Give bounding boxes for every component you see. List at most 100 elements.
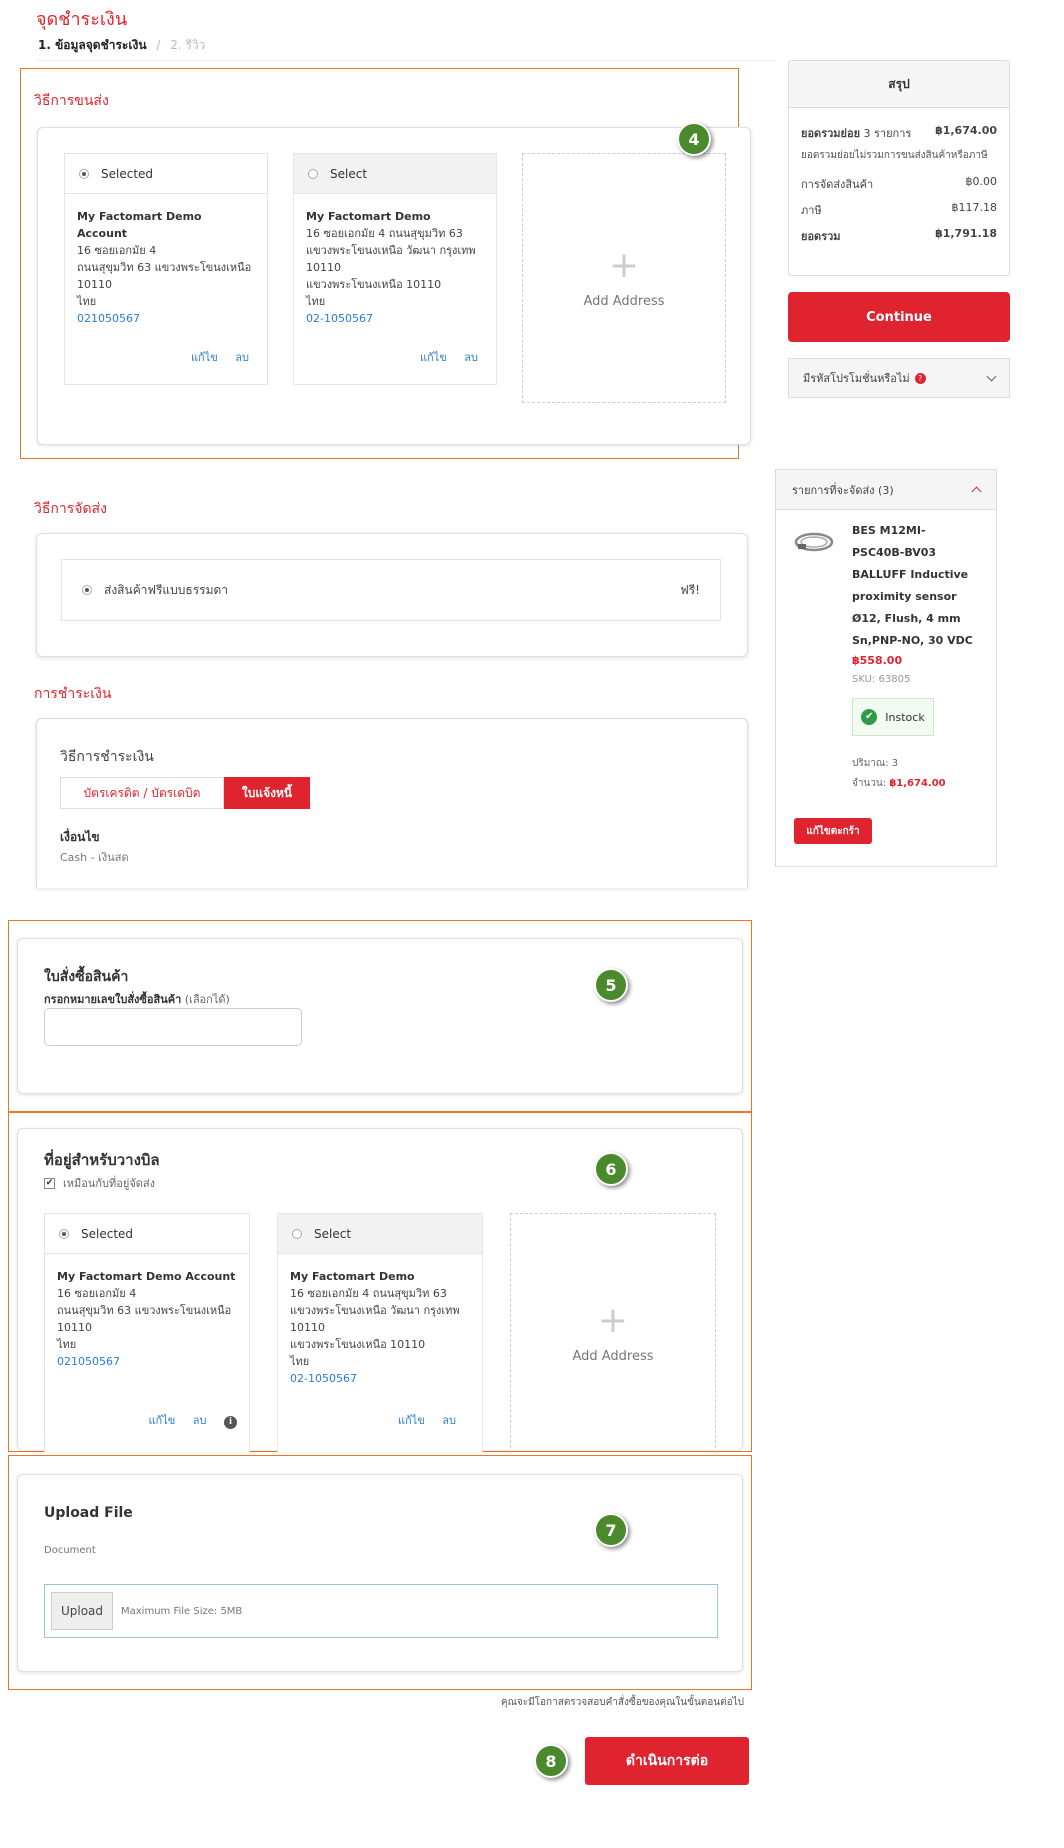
upload-button[interactable]: Upload (51, 1592, 113, 1630)
payment-subtitle: วิธีการชำระเงิน (60, 749, 154, 765)
step-badge-6: 6 (594, 1152, 628, 1186)
address-header-label: Selected (101, 166, 154, 181)
shipping-value: ฿0.00 (965, 175, 998, 188)
radio-unselected[interactable] (308, 168, 318, 179)
address-actions: แก้ไข ลบ (384, 1411, 456, 1429)
product-price: ฿558.00 (852, 654, 903, 667)
address-name: My Factomart Demo (306, 210, 431, 223)
upload-title: Upload File (44, 1505, 133, 1521)
plus-icon: + (597, 1300, 629, 1341)
summary-panel: สรุป ยอดรวมย่อย 3 รายการ ฿1,674.00 ยอดรว… (788, 60, 1010, 276)
delivery-radio[interactable] (82, 585, 92, 595)
delete-address-link[interactable]: ลบ (193, 1414, 207, 1427)
step-badge-8: 8 (534, 1744, 568, 1778)
delete-address-link[interactable]: ลบ (464, 351, 478, 364)
billing-address-2[interactable]: Select My Factomart Demo 16 ซอยเอกมัย 4 … (277, 1213, 483, 1453)
address-name: My Factomart Demo Account (77, 210, 202, 240)
radio-selected[interactable] (59, 1228, 69, 1239)
address-name: My Factomart Demo Account (57, 1270, 236, 1283)
cart-header[interactable]: รายการที่จะจัดส่ง (3) (776, 470, 996, 510)
summary-shipping: การจัดส่งสินค้า ฿0.00 (789, 175, 1009, 193)
address-header[interactable]: Select (294, 154, 496, 194)
chevron-down-icon (986, 371, 997, 381)
same-as-shipping[interactable]: ✔ เหมือนกับที่อยู่จัดส่ง (44, 1174, 155, 1192)
subtotal-label-text: ยอดรวมย่อย (801, 127, 861, 140)
sensor-cable-icon (794, 532, 834, 552)
billing-address-1[interactable]: Selected My Factomart Demo Account 16 ซอ… (44, 1213, 250, 1453)
summary-subtotal: ยอดรวมย่อย 3 รายการ ฿1,674.00 (789, 124, 1009, 142)
tax-value: ฿117.18 (951, 201, 998, 214)
product-amount: จำนวน: ฿1,674.00 (852, 776, 946, 791)
summary-title: สรุป (789, 61, 1009, 108)
chevron-up-icon (971, 486, 982, 497)
add-address-label: Add Address (572, 1349, 654, 1364)
delivery-method-title: วิธีการจัดส่ง (34, 501, 107, 517)
edit-cart-button[interactable]: แก้ไขตะกร้า (794, 818, 872, 844)
address-line: 10110 (77, 278, 112, 291)
purchase-order-optional: (เลือกได้) (184, 993, 230, 1006)
radio-unselected[interactable] (292, 1228, 302, 1239)
billing-title: ที่อยู่สำหรับวางบิล (44, 1151, 160, 1169)
address-header-label: Selected (81, 1226, 134, 1241)
address-line: ถนนสุขุมวิท 63 แขวงพระโขนงเหนือ (77, 261, 252, 274)
product-image (794, 530, 836, 558)
step-badge-5: 5 (594, 968, 628, 1002)
address-header-label: Select (314, 1226, 352, 1241)
info-icon[interactable]: i (224, 1416, 237, 1429)
address-header[interactable]: Selected (45, 1214, 249, 1254)
address-line: ไทย (306, 295, 326, 308)
address-body: My Factomart Demo 16 ซอยเอกมัย 4 ถนนสุขุ… (294, 194, 496, 341)
shipping-address-1[interactable]: Selected My Factomart Demo Account 16 ซอ… (64, 153, 268, 385)
upload-doc-label: Document (44, 1545, 96, 1556)
address-line: 16 ซอยเอกมัย 4 (57, 1287, 137, 1300)
shipping-address-2[interactable]: Select My Factomart Demo 16 ซอยเอกมัย 4 … (293, 153, 497, 385)
step-1[interactable]: 1. ข้อมูลจุดชำระเงิน (38, 38, 147, 52)
upload-hint: Maximum File Size: 5MB (121, 1605, 243, 1617)
subtotal-items: 3 รายการ (863, 127, 912, 140)
plus-icon: + (608, 244, 640, 286)
address-actions: แก้ไข ลบ (177, 348, 249, 366)
proceed-button[interactable]: ดำเนินการต่อ (585, 1737, 749, 1785)
payment-terms-label: เงื่อนไข (60, 830, 100, 844)
page-title: จุดชำระเงิน (36, 9, 128, 30)
edit-address-link[interactable]: แก้ไข (148, 1414, 175, 1427)
continue-button[interactable]: Continue (788, 292, 1010, 342)
promo-toggle[interactable]: มีรหัสโปรโมชั่นหรือไม่ ? (788, 358, 1010, 398)
delete-address-link[interactable]: ลบ (235, 351, 249, 364)
summary-tax: ภาษี ฿117.18 (789, 201, 1009, 219)
edit-address-link[interactable]: แก้ไข (398, 1414, 425, 1427)
add-shipping-address[interactable]: + Add Address (522, 153, 726, 403)
address-phone: 02-1050567 (290, 1372, 357, 1385)
tab-credit-card[interactable]: บัตรเครดิต / บัตรเดบิต (60, 777, 224, 809)
address-header[interactable]: Selected (65, 154, 267, 194)
delete-address-link[interactable]: ลบ (442, 1414, 456, 1427)
address-name: My Factomart Demo (290, 1270, 415, 1283)
check-circle-icon: ✔ (861, 709, 878, 725)
payment-title: การชำระเงิน (34, 686, 112, 702)
help-icon: ? (914, 372, 926, 384)
edit-address-link[interactable]: แก้ไข (191, 351, 218, 364)
edit-address-link[interactable]: แก้ไข (420, 351, 447, 364)
subtotal-value: ฿1,674.00 (935, 124, 997, 137)
delivery-option[interactable]: ส่งสินค้าฟรีแบบธรรมดา ฟรี! (61, 559, 721, 621)
product-name[interactable]: BES M12MI-PSC40B-BV03 BALLUFF Inductive … (852, 520, 976, 652)
step-2: 2. รีวิว (170, 38, 206, 52)
address-line: ไทย (57, 1338, 77, 1351)
delivery-option-label: ส่งสินค้าฟรีแบบธรรมดา (104, 582, 229, 597)
total-value: ฿1,791.18 (935, 227, 997, 240)
amount-label: จำนวน: (852, 778, 887, 789)
cart-title: รายการที่จะจัดส่ง (3) (792, 483, 894, 497)
checkbox-icon[interactable]: ✔ (44, 1177, 55, 1189)
step-badge-4: 4 (677, 122, 711, 156)
address-phone: 02-1050567 (306, 312, 373, 325)
add-billing-address[interactable]: + Add Address (510, 1213, 716, 1453)
address-header[interactable]: Select (278, 1214, 482, 1254)
address-body: My Factomart Demo Account 16 ซอยเอกมัย 4… (45, 1254, 249, 1384)
radio-selected[interactable] (79, 168, 89, 179)
address-line: 16 ซอยเอกมัย 4 ถนนสุขุมวิท 63 (290, 1287, 447, 1300)
tab-invoice[interactable]: ใบแจ้งหนี้ (224, 777, 310, 809)
purchase-order-input[interactable] (44, 1008, 302, 1046)
address-line: 16 ซอยเอกมัย 4 ถนนสุขุมวิท 63 (306, 227, 463, 240)
address-actions: แก้ไข ลบ i (134, 1411, 237, 1429)
promo-label: มีรหัสโปรโมชั่นหรือไม่ (803, 372, 910, 385)
